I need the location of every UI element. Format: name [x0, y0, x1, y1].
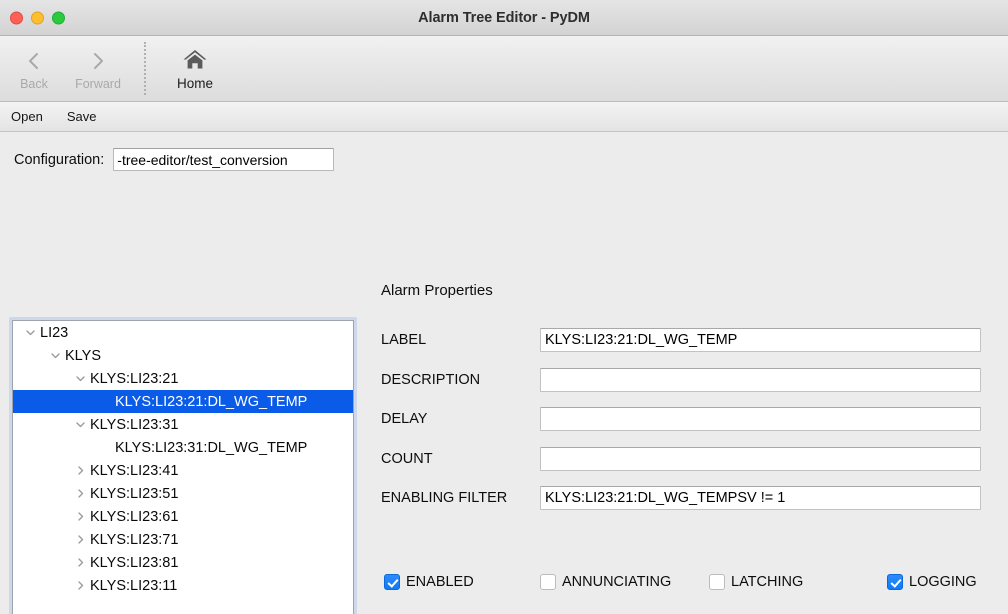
property-label: LABEL: [381, 332, 427, 348]
chevron-right-icon[interactable]: [71, 580, 89, 591]
property-label: COUNT: [381, 451, 433, 467]
chevron-down-icon[interactable]: [71, 373, 89, 384]
chevron-right-icon: [90, 47, 106, 75]
tree-item[interactable]: KLYS:LI23:41: [13, 459, 353, 482]
checkmark-icon[interactable]: [887, 574, 903, 590]
alarm-properties-title: Alarm Properties: [381, 282, 493, 299]
menu-item-open[interactable]: Open: [8, 107, 46, 126]
checkbox-label: ANNUNCIATING: [562, 574, 672, 590]
maximize-button[interactable]: [52, 11, 65, 24]
checkbox-annunciating[interactable]: ANNUNCIATING: [540, 574, 671, 590]
checkbox-latching[interactable]: LATCHING: [709, 574, 803, 590]
tree-item[interactable]: KLYS:LI23:71: [13, 528, 353, 551]
property-input-label[interactable]: [540, 328, 981, 352]
property-row: COUNT: [381, 447, 981, 471]
forward-button[interactable]: Forward: [66, 36, 130, 101]
tree-item[interactable]: KLYS:LI23:21: [13, 367, 353, 390]
tree-item[interactable]: KLYS:LI23:61: [13, 505, 353, 528]
tree-item-label: LI23: [40, 324, 69, 341]
configuration-input[interactable]: [113, 148, 335, 171]
home-icon: [182, 46, 208, 74]
property-row: LABEL: [381, 328, 981, 352]
forward-label: Forward: [75, 76, 121, 91]
home-button[interactable]: Home: [160, 36, 230, 101]
property-label: DESCRIPTION: [381, 372, 481, 388]
minimize-button[interactable]: [31, 11, 44, 24]
back-button[interactable]: Back: [2, 36, 66, 101]
alarm-tree[interactable]: LI23 KLYS KLYS:LI23:21 KLYS:LI23:21:DL_WG_T…: [12, 320, 354, 614]
property-input-enabling-filter[interactable]: [540, 486, 981, 510]
chevron-left-icon: [26, 47, 42, 75]
tree-item-label: KLYS:LI23:21: [90, 370, 179, 387]
configuration-row: Configuration:: [14, 148, 335, 171]
tree-item[interactable]: LI23: [13, 321, 353, 344]
title-bar: Alarm Tree Editor - PyDM: [0, 0, 1008, 36]
menu-bar: Open Save: [0, 102, 1008, 132]
tree-item-label: KLYS:LI23:61: [90, 508, 179, 525]
tree-item[interactable]: KLYS:LI23:11: [13, 574, 353, 597]
property-row: ENABLING FILTER: [381, 486, 981, 510]
checkbox-empty-icon[interactable]: [540, 574, 556, 590]
app-window: Alarm Tree Editor - PyDM Back Forward Ho…: [0, 0, 1008, 614]
chevron-right-icon[interactable]: [71, 557, 89, 568]
tree-item-label: KLYS: [65, 347, 102, 364]
tree-item[interactable]: KLYS:LI23:51: [13, 482, 353, 505]
tree-item-label: KLYS:LI23:31: [90, 416, 179, 433]
tree-item-label: KLYS:LI23:11: [90, 577, 178, 594]
tree-item-label: KLYS:LI23:31:DL_WG_TEMP: [115, 439, 308, 456]
alarm-properties-checkboxes: ENABLED ANNUNCIATING LATCHING LOGGING: [384, 574, 984, 594]
chevron-down-icon[interactable]: [71, 419, 89, 430]
tree-item[interactable]: KLYS:LI23:31: [13, 413, 353, 436]
configuration-label: Configuration:: [14, 151, 105, 168]
alarm-tree-panel: LI23 KLYS KLYS:LI23:21 KLYS:LI23:21:DL_WG_T…: [9, 317, 357, 614]
main-content: Configuration: LI23 KLYS KLYS:LI23:21 KLYS:…: [0, 132, 1008, 614]
checkbox-enabled[interactable]: ENABLED: [384, 574, 474, 590]
tree-item-label: KLYS:LI23:81: [90, 554, 179, 571]
checkmark-icon[interactable]: [384, 574, 400, 590]
tree-item[interactable]: KLYS:LI23:31:DL_WG_TEMP: [13, 436, 353, 459]
back-label: Back: [20, 76, 48, 91]
checkbox-label: LOGGING: [909, 574, 977, 590]
tree-item[interactable]: KLYS: [13, 344, 353, 367]
checkbox-label: ENABLED: [406, 574, 474, 590]
checkbox-label: LATCHING: [731, 574, 804, 590]
close-button[interactable]: [10, 11, 23, 24]
property-row: DELAY: [381, 407, 981, 431]
chevron-down-icon[interactable]: [46, 350, 64, 361]
tree-item[interactable]: KLYS:LI23:21:DL_WG_TEMP: [13, 390, 353, 413]
menu-item-save[interactable]: Save: [64, 107, 100, 126]
checkbox-logging[interactable]: LOGGING: [887, 574, 977, 590]
navigation-toolbar: Back Forward Home: [0, 36, 1008, 102]
chevron-right-icon[interactable]: [71, 511, 89, 522]
chevron-right-icon[interactable]: [71, 488, 89, 499]
toolbar-separator: [144, 42, 146, 95]
property-input-delay[interactable]: [540, 407, 981, 431]
property-row: DESCRIPTION: [381, 368, 981, 392]
tree-item-label: KLYS:LI23:71: [90, 531, 179, 548]
property-input-description[interactable]: [540, 368, 981, 392]
tree-item-label: KLYS:LI23:51: [90, 485, 179, 502]
window-title: Alarm Tree Editor - PyDM: [418, 9, 590, 26]
property-label: DELAY: [381, 411, 428, 427]
window-controls: [10, 11, 65, 24]
tree-item-label: KLYS:LI23:41: [90, 462, 179, 479]
chevron-down-icon[interactable]: [21, 327, 39, 338]
home-label: Home: [176, 76, 213, 91]
chevron-right-icon[interactable]: [71, 465, 89, 476]
checkbox-empty-icon[interactable]: [709, 574, 725, 590]
property-input-count[interactable]: [540, 447, 981, 471]
tree-item-label: KLYS:LI23:21:DL_WG_TEMP: [115, 393, 308, 410]
tree-item[interactable]: KLYS:LI23:81: [13, 551, 353, 574]
chevron-right-icon[interactable]: [71, 534, 89, 545]
property-label: ENABLING FILTER: [381, 490, 508, 506]
